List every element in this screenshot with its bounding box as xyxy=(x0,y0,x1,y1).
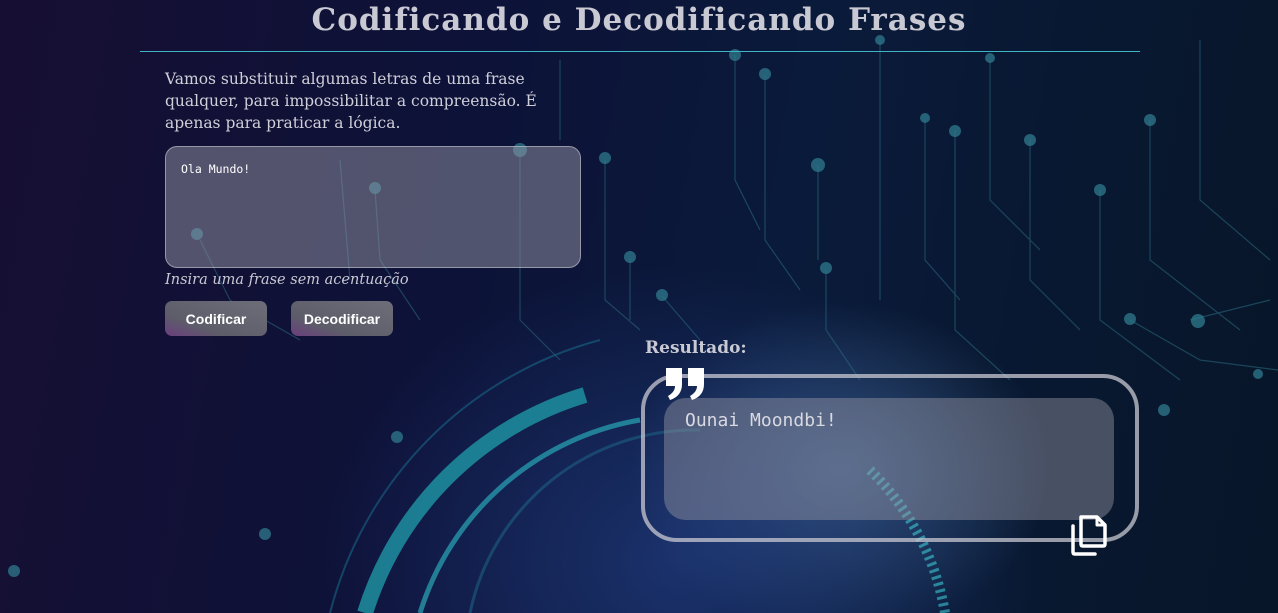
quote-icon xyxy=(666,368,704,400)
title-divider xyxy=(140,51,1140,52)
input-hint: Insira uma frase sem acentuação xyxy=(165,272,409,288)
copy-icon[interactable] xyxy=(1069,514,1109,556)
result-text: Ounai Moondbi! xyxy=(685,410,837,431)
phrase-input[interactable]: Ola Mundo! xyxy=(165,146,581,268)
intro-text: Vamos substituir algumas letras de uma f… xyxy=(165,70,537,132)
result-label: Resultado: xyxy=(645,338,747,358)
encode-button[interactable]: Codificar xyxy=(165,301,267,336)
page-title: Codificando e Decodificando Frases xyxy=(311,2,967,38)
decode-button[interactable]: Decodificar xyxy=(291,301,393,336)
